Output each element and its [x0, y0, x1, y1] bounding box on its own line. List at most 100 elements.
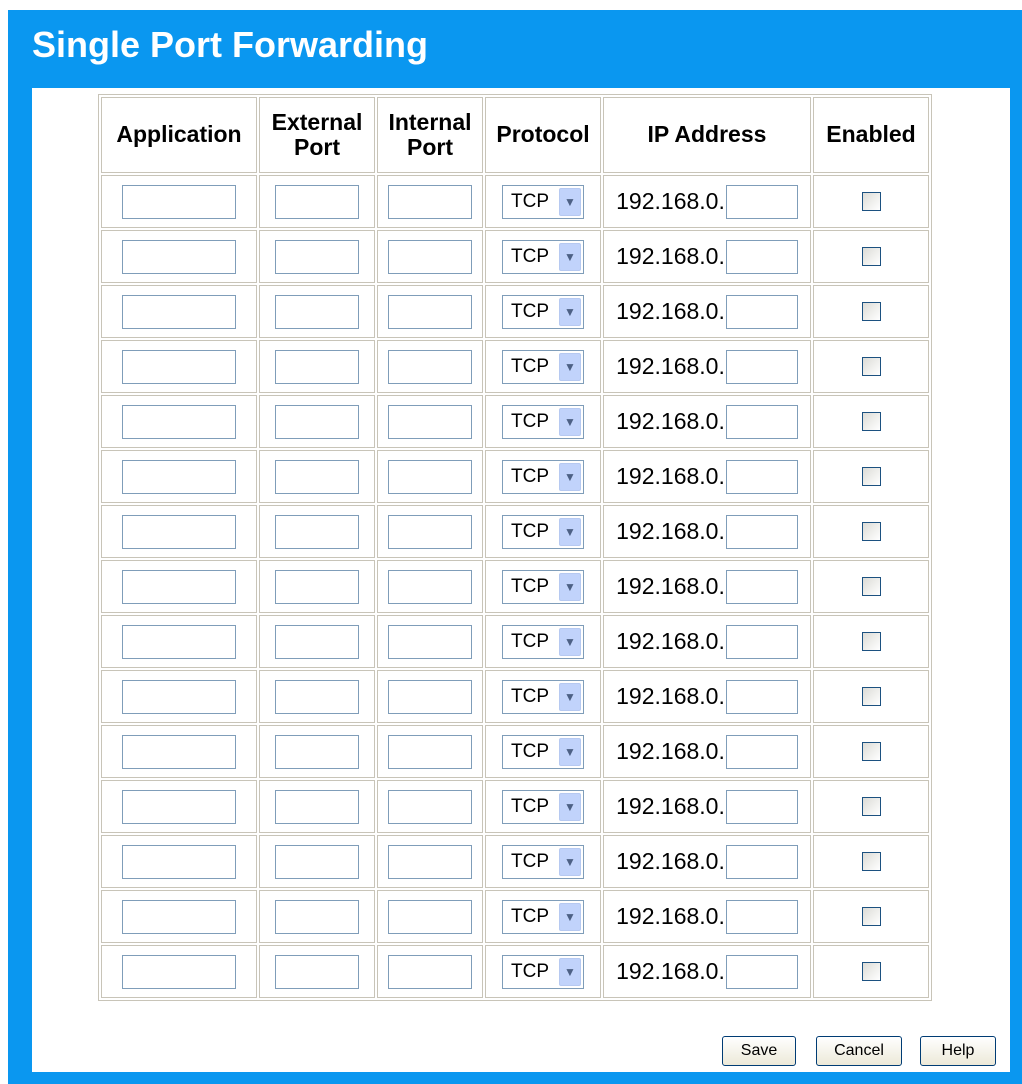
enabled-checkbox[interactable]: [861, 852, 881, 871]
internal-port-input[interactable]: [388, 734, 472, 769]
external-port-input[interactable]: [275, 899, 359, 934]
application-name-input[interactable]: [122, 514, 236, 549]
application-name-input[interactable]: [122, 789, 236, 824]
internal-port-input[interactable]: [388, 899, 472, 934]
protocol-select[interactable]: TCP ▼: [502, 184, 584, 219]
external-port-input[interactable]: [275, 514, 359, 549]
protocol-select[interactable]: TCP ▼: [502, 899, 584, 934]
external-port-input[interactable]: [275, 239, 359, 274]
internal-port-input[interactable]: [388, 459, 472, 494]
external-port-input[interactable]: [275, 679, 359, 714]
external-port-input[interactable]: [275, 404, 359, 439]
internal-port-input[interactable]: [388, 294, 472, 329]
ip-last-octet-input[interactable]: [725, 679, 798, 714]
protocol-select[interactable]: TCP ▼: [502, 294, 584, 329]
save-button[interactable]: Save: [722, 1036, 796, 1066]
ip-last-octet-input[interactable]: [725, 844, 798, 879]
external-port-input[interactable]: [275, 459, 359, 494]
internal-port-input[interactable]: [388, 789, 472, 824]
ip-last-octet-input[interactable]: [725, 514, 798, 549]
protocol-select[interactable]: TCP ▼: [502, 954, 584, 989]
internal-port-input[interactable]: [388, 624, 472, 659]
chevron-down-icon[interactable]: ▼: [559, 682, 581, 711]
internal-port-input[interactable]: [388, 184, 472, 219]
protocol-select[interactable]: TCP ▼: [502, 679, 584, 714]
application-name-input[interactable]: [122, 624, 236, 659]
chevron-down-icon[interactable]: ▼: [559, 957, 581, 986]
application-name-input[interactable]: [122, 844, 236, 879]
ip-last-octet-input[interactable]: [725, 459, 798, 494]
internal-port-input[interactable]: [388, 349, 472, 384]
enabled-checkbox[interactable]: [861, 962, 881, 981]
chevron-down-icon[interactable]: ▼: [559, 187, 581, 216]
chevron-down-icon[interactable]: ▼: [559, 517, 581, 546]
enabled-checkbox[interactable]: [861, 247, 881, 266]
protocol-select[interactable]: TCP ▼: [502, 789, 584, 824]
protocol-select[interactable]: TCP ▼: [502, 569, 584, 604]
ip-last-octet-input[interactable]: [725, 569, 798, 604]
chevron-down-icon[interactable]: ▼: [559, 627, 581, 656]
ip-last-octet-input[interactable]: [725, 184, 798, 219]
chevron-down-icon[interactable]: ▼: [559, 352, 581, 381]
external-port-input[interactable]: [275, 734, 359, 769]
application-name-input[interactable]: [122, 734, 236, 769]
external-port-input[interactable]: [275, 349, 359, 384]
ip-last-octet-input[interactable]: [725, 624, 798, 659]
chevron-down-icon[interactable]: ▼: [559, 297, 581, 326]
ip-last-octet-input[interactable]: [725, 349, 798, 384]
enabled-checkbox[interactable]: [861, 357, 881, 376]
ip-last-octet-input[interactable]: [725, 294, 798, 329]
external-port-input[interactable]: [275, 954, 359, 989]
enabled-checkbox[interactable]: [861, 192, 881, 211]
internal-port-input[interactable]: [388, 569, 472, 604]
application-name-input[interactable]: [122, 954, 236, 989]
protocol-select[interactable]: TCP ▼: [502, 404, 584, 439]
internal-port-input[interactable]: [388, 404, 472, 439]
internal-port-input[interactable]: [388, 954, 472, 989]
application-name-input[interactable]: [122, 404, 236, 439]
protocol-select[interactable]: TCP ▼: [502, 239, 584, 274]
application-name-input[interactable]: [122, 349, 236, 384]
ip-last-octet-input[interactable]: [725, 789, 798, 824]
ip-last-octet-input[interactable]: [725, 239, 798, 274]
chevron-down-icon[interactable]: ▼: [559, 462, 581, 491]
application-name-input[interactable]: [122, 569, 236, 604]
external-port-input[interactable]: [275, 624, 359, 659]
ip-last-octet-input[interactable]: [725, 899, 798, 934]
protocol-select[interactable]: TCP ▼: [502, 624, 584, 659]
internal-port-input[interactable]: [388, 239, 472, 274]
external-port-input[interactable]: [275, 844, 359, 879]
protocol-select[interactable]: TCP ▼: [502, 734, 584, 769]
enabled-checkbox[interactable]: [861, 687, 881, 706]
internal-port-input[interactable]: [388, 514, 472, 549]
chevron-down-icon[interactable]: ▼: [559, 572, 581, 601]
external-port-input[interactable]: [275, 294, 359, 329]
external-port-input[interactable]: [275, 569, 359, 604]
external-port-input[interactable]: [275, 184, 359, 219]
protocol-select[interactable]: TCP ▼: [502, 844, 584, 879]
cancel-button[interactable]: Cancel: [816, 1036, 902, 1066]
chevron-down-icon[interactable]: ▼: [559, 407, 581, 436]
enabled-checkbox[interactable]: [861, 907, 881, 926]
application-name-input[interactable]: [122, 184, 236, 219]
enabled-checkbox[interactable]: [861, 632, 881, 651]
protocol-select[interactable]: TCP ▼: [502, 349, 584, 384]
chevron-down-icon[interactable]: ▼: [559, 902, 581, 931]
ip-last-octet-input[interactable]: [725, 404, 798, 439]
chevron-down-icon[interactable]: ▼: [559, 242, 581, 271]
enabled-checkbox[interactable]: [861, 797, 881, 816]
internal-port-input[interactable]: [388, 679, 472, 714]
external-port-input[interactable]: [275, 789, 359, 824]
enabled-checkbox[interactable]: [861, 302, 881, 321]
application-name-input[interactable]: [122, 294, 236, 329]
enabled-checkbox[interactable]: [861, 467, 881, 486]
chevron-down-icon[interactable]: ▼: [559, 792, 581, 821]
ip-last-octet-input[interactable]: [725, 734, 798, 769]
enabled-checkbox[interactable]: [861, 577, 881, 596]
internal-port-input[interactable]: [388, 844, 472, 879]
ip-last-octet-input[interactable]: [725, 954, 798, 989]
enabled-checkbox[interactable]: [861, 522, 881, 541]
chevron-down-icon[interactable]: ▼: [559, 847, 581, 876]
application-name-input[interactable]: [122, 239, 236, 274]
protocol-select[interactable]: TCP ▼: [502, 459, 584, 494]
